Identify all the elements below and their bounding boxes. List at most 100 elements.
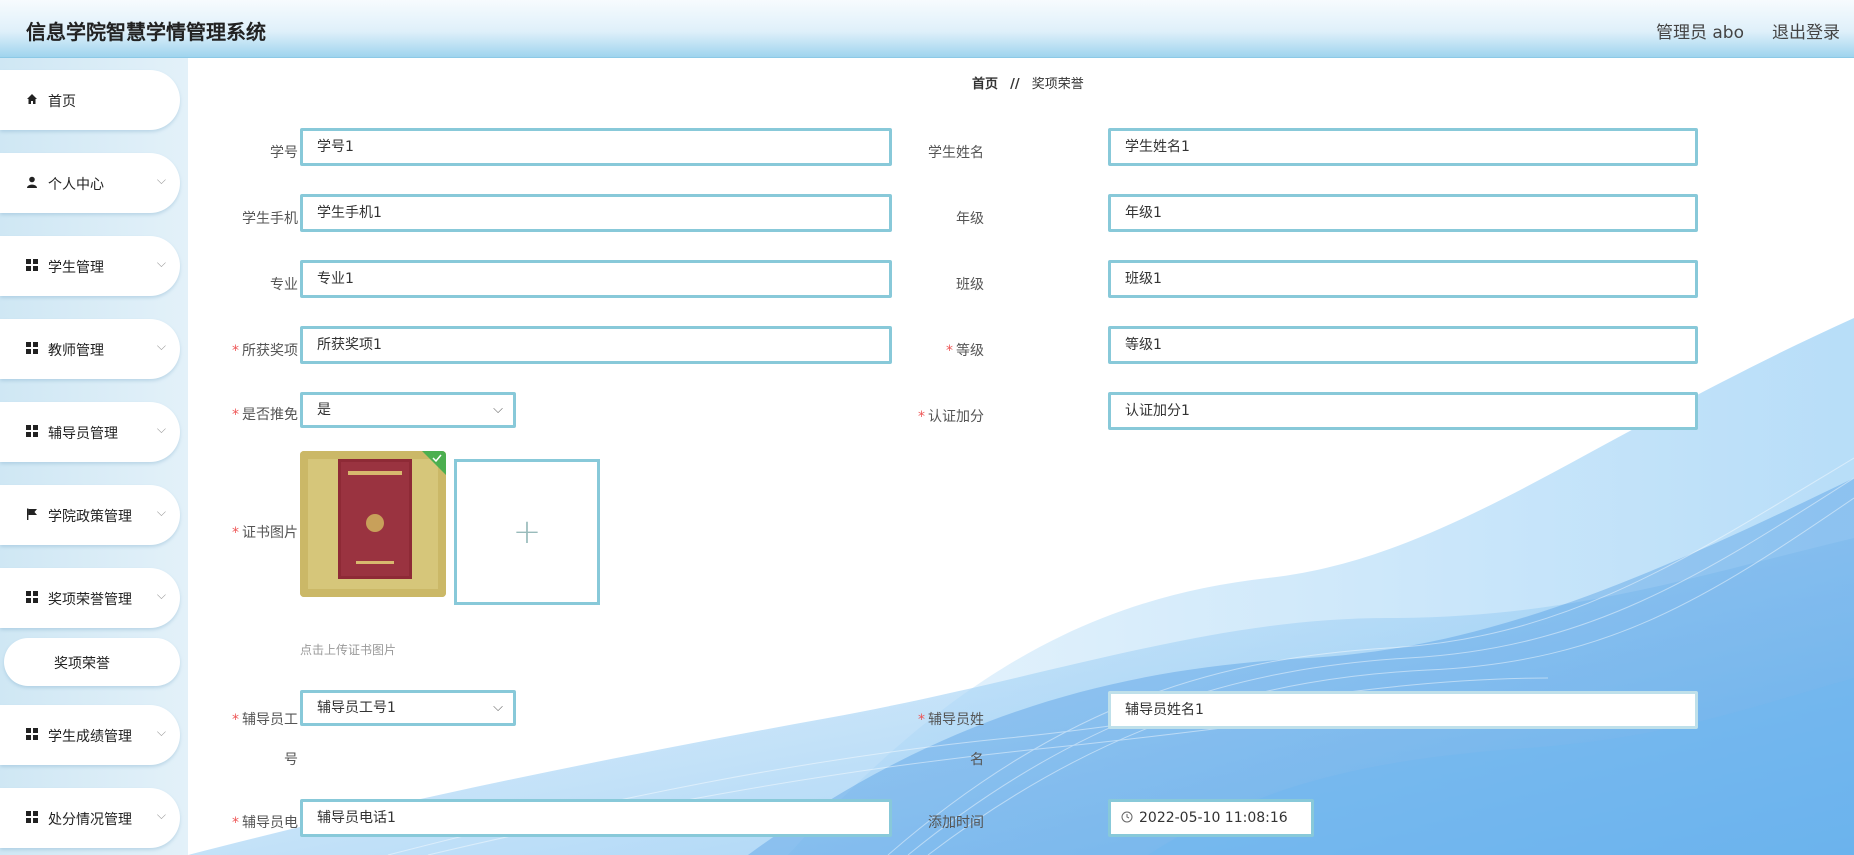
label-award-text: 所获奖项 <box>242 343 298 359</box>
breadcrumb-current: 奖项荣誉 <box>1031 77 1084 92</box>
chevron-down-icon: ⌵ <box>493 402 503 417</box>
chevron-down-icon: ⌵ <box>156 505 166 519</box>
label-added-time: 添加时间 <box>928 815 984 831</box>
label-class: 班级 <box>956 277 984 293</box>
label-student-name: 学生姓名 <box>928 145 984 161</box>
sidebar-item-policy-management[interactable]: 学院政策管理 ⌵ <box>0 485 180 545</box>
label-counselor-id-line1: 辅导员工 <box>242 712 298 728</box>
flag-icon <box>27 508 37 520</box>
home-icon <box>27 94 37 104</box>
grid-icon <box>26 728 38 740</box>
chevron-down-icon: ⌵ <box>156 256 166 270</box>
label-award: * 所获奖项 <box>188 340 298 360</box>
label-counselor-phone: * 辅导员电 <box>188 812 298 832</box>
app-title: 信息学院智慧学情管理系统 <box>26 20 266 44</box>
upload-hint: 点击上传证书图片 <box>300 643 397 657</box>
sidebar-item-label: 学院政策管理 <box>48 509 132 525</box>
sidebar-item-label: 首页 <box>48 94 76 110</box>
breadcrumb: 首页 // 奖项荣誉 <box>972 73 1084 92</box>
label-level: * 等级 <box>874 340 984 360</box>
label-student-id: 学号 <box>270 145 298 161</box>
sidebar-item-label: 学生成绩管理 <box>48 729 132 745</box>
bonus-input[interactable]: 认证加分1 <box>1108 392 1698 430</box>
user-icon <box>27 176 37 188</box>
added-time-value: 2022-05-10 11:08:16 <box>1139 810 1288 826</box>
label-certificate-text: 证书图片 <box>242 525 298 541</box>
label-bonus-text: 认证加分 <box>928 409 984 425</box>
label-certificate: * 证书图片 <box>188 522 298 542</box>
label-bonus: * 认证加分 <box>874 406 984 426</box>
sidebar-item-teacher-management[interactable]: 教师管理 ⌵ <box>0 319 180 379</box>
sidebar-item-personal-center[interactable]: 个人中心 ⌵ <box>0 153 180 213</box>
sidebar: 首页 个人中心 ⌵ 学生管理 ⌵ 教师管理 ⌵ 辅导员管理 ⌵ 学院政策管理 ⌵… <box>0 58 188 855</box>
counselor-name-input[interactable]: 辅导员姓名1 <box>1108 691 1698 729</box>
chevron-down-icon: ⌵ <box>156 339 166 353</box>
label-major: 专业 <box>270 277 298 293</box>
label-grade: 年级 <box>956 211 984 227</box>
user-info: 管理员 abo <box>1655 23 1744 43</box>
recommend-select[interactable]: 是 ⌵ <box>300 392 516 428</box>
required-mark: * <box>232 407 239 423</box>
class-input[interactable]: 班级1 <box>1108 260 1698 298</box>
plus-icon: + <box>512 512 542 552</box>
grid-icon <box>26 342 38 354</box>
counselor-phone-input[interactable]: 辅导员电话1 <box>300 799 892 837</box>
sidebar-item-grade-management[interactable]: 学生成绩管理 ⌵ <box>0 705 180 765</box>
counselor-id-selected-value: 辅导员工号1 <box>317 700 396 716</box>
added-time-input[interactable]: 2022-05-10 11:08:16 <box>1108 799 1314 837</box>
counselor-id-select[interactable]: 辅导员工号1 ⌵ <box>300 690 516 726</box>
grid-icon <box>26 259 38 271</box>
required-mark: * <box>232 343 239 359</box>
award-input[interactable]: 所获奖项1 <box>300 326 892 364</box>
label-counselor-phone-text: 辅导员电 <box>242 815 298 831</box>
sidebar-item-award-management[interactable]: 奖项荣誉管理 ⌵ <box>0 568 180 628</box>
required-mark: * <box>918 712 925 728</box>
student-phone-input[interactable]: 学生手机1 <box>300 194 892 232</box>
label-level-text: 等级 <box>956 343 984 359</box>
top-header: 信息学院智慧学情管理系统 管理员 abo 退出登录 <box>0 0 1854 58</box>
logout-link[interactable]: 退出登录 <box>1772 18 1840 43</box>
sidebar-item-label: 奖项荣誉管理 <box>48 592 132 608</box>
sidebar-subitem-awards[interactable]: 奖项荣誉 <box>4 638 180 686</box>
sidebar-item-counselor-management[interactable]: 辅导员管理 ⌵ <box>0 402 180 462</box>
main-content: 首页 // 奖项荣誉 学号 学号1 学生姓名 学生姓名1 学生手机 学生手机1 … <box>188 58 1854 855</box>
required-mark: * <box>232 815 239 831</box>
certificate-thumbnail[interactable] <box>300 451 446 597</box>
sidebar-item-label: 处分情况管理 <box>48 812 132 828</box>
label-counselor-name-line2: 名 <box>970 752 984 768</box>
student-name-input[interactable]: 学生姓名1 <box>1108 128 1698 166</box>
required-mark: * <box>232 525 239 541</box>
grade-input[interactable]: 年级1 <box>1108 194 1698 232</box>
chevron-down-icon: ⌵ <box>156 725 166 739</box>
level-input[interactable]: 等级1 <box>1108 326 1698 364</box>
sidebar-item-label: 辅导员管理 <box>48 426 118 442</box>
sidebar-item-discipline-management[interactable]: 处分情况管理 ⌵ <box>0 788 180 848</box>
label-counselor-name-line1: 辅导员姓 <box>928 712 984 728</box>
chevron-down-icon: ⌵ <box>493 700 503 715</box>
sidebar-item-student-management[interactable]: 学生管理 ⌵ <box>0 236 180 296</box>
label-recommend-text: 是否推免 <box>242 407 298 423</box>
required-mark: * <box>946 343 953 359</box>
label-counselor-id: * 辅导员工 号 <box>188 700 298 780</box>
sidebar-item-home[interactable]: 首页 <box>0 70 180 130</box>
chevron-down-icon: ⌵ <box>156 588 166 602</box>
grid-icon <box>26 811 38 823</box>
required-mark: * <box>918 409 925 425</box>
chevron-down-icon: ⌵ <box>156 173 166 187</box>
student-id-input[interactable]: 学号1 <box>300 128 892 166</box>
clock-icon <box>1121 811 1133 823</box>
breadcrumb-home[interactable]: 首页 <box>972 77 998 92</box>
breadcrumb-separator: // <box>1010 77 1020 92</box>
certificate-upload-button[interactable]: + <box>454 459 600 605</box>
sidebar-item-label: 学生管理 <box>48 260 104 276</box>
sidebar-item-label: 个人中心 <box>48 177 104 193</box>
chevron-down-icon: ⌵ <box>156 422 166 436</box>
label-counselor-name: * 辅导员姓 名 <box>874 700 984 780</box>
grid-icon <box>26 425 38 437</box>
label-recommend: * 是否推免 <box>188 404 298 424</box>
sidebar-item-label: 教师管理 <box>48 343 104 359</box>
major-input[interactable]: 专业1 <box>300 260 892 298</box>
grid-icon <box>26 591 38 603</box>
chevron-down-icon: ⌵ <box>156 808 166 822</box>
label-counselor-id-line2: 号 <box>284 752 298 768</box>
